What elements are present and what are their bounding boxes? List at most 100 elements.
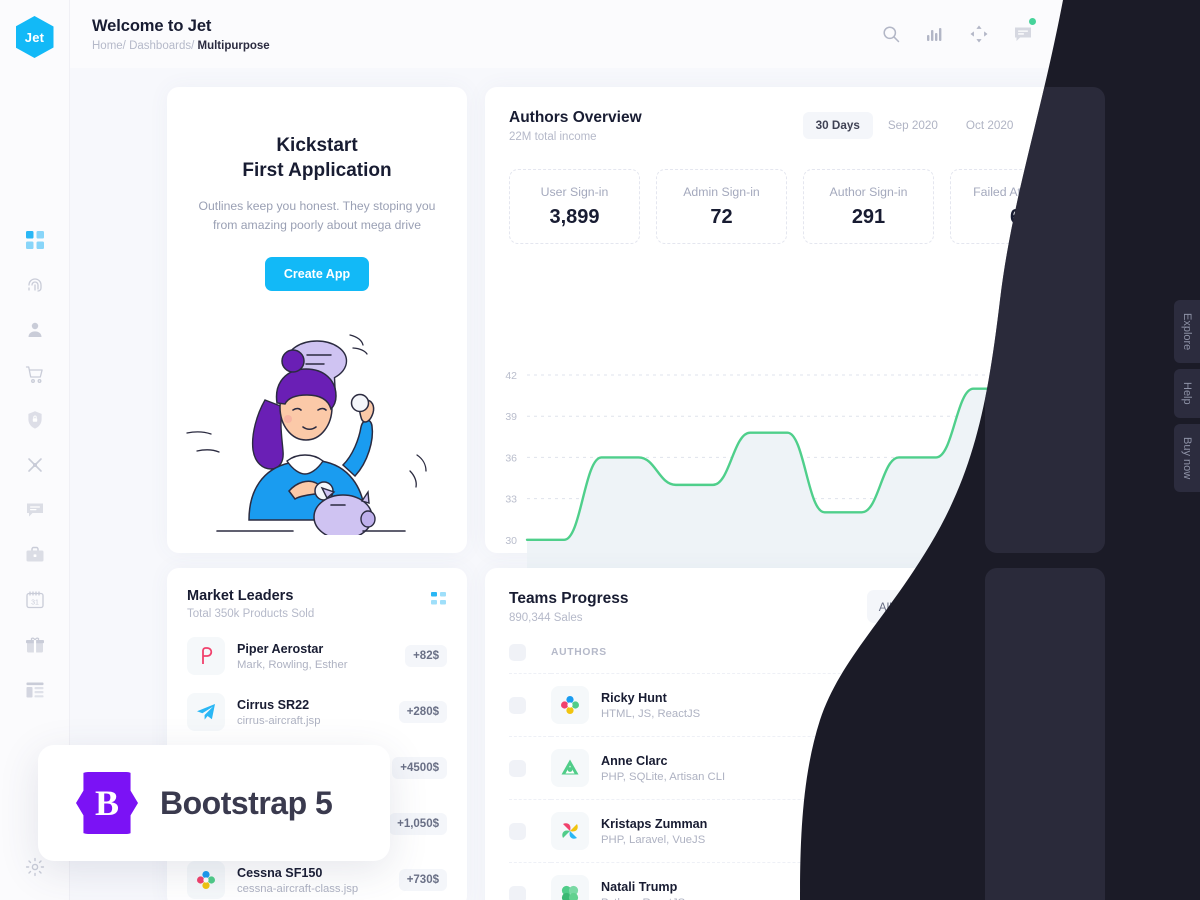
teams-progress-card: Teams Progress 890,344 Sales All Users S… (485, 568, 1105, 900)
y-axis-tick-label: 42 (505, 370, 517, 382)
tab-oct-2020[interactable]: Oct 2020 (953, 112, 1026, 139)
stat-value: 3,899 (549, 206, 600, 228)
search-placeholder: Search (1023, 599, 1061, 614)
moon-icon[interactable] (1100, 23, 1122, 45)
y-axis-tick-label: 36 (505, 452, 517, 464)
flower-icon (551, 686, 589, 724)
search-input[interactable]: Search (991, 590, 1081, 623)
sidebar-item-security[interactable] (23, 408, 47, 432)
breadcrumb-dashboards[interactable]: Dashboards/ (129, 40, 194, 52)
market-leader-amount: +82$ (405, 645, 447, 667)
sidebar-item-dashboard[interactable] (23, 228, 47, 252)
header-actions (880, 15, 1200, 53)
authors-overview-tabs: 30 Days Sep 2020 Oct 2020 More (802, 109, 1081, 139)
view-button[interactable]: View (1028, 755, 1081, 781)
sidebar-item-profile[interactable] (23, 318, 47, 342)
author-skills: Python, ReactJS (601, 897, 685, 900)
create-app-button[interactable]: Create App (264, 256, 370, 291)
sidebar-item-calendar[interactable]: 31 (23, 588, 47, 612)
stat-value: 6 (1009, 206, 1022, 228)
pinwheel-icon (551, 812, 589, 850)
dots-grid-icon[interactable] (431, 592, 447, 608)
row-select-cell (509, 736, 551, 800)
authors-stats: User Sign-in 3,899 Admin Sign-in 72 Auth… (485, 143, 1105, 244)
author-skills: HTML, JS, ReactJS (601, 707, 701, 720)
market-leader-detail: Mark, Rowling, Esther (237, 658, 348, 671)
teams-progress-title: Teams Progress (509, 590, 629, 607)
move-arrows-icon[interactable] (968, 23, 990, 45)
tab-sep-2020[interactable]: Sep 2020 (875, 112, 951, 139)
col-action: ACTION (1001, 638, 1081, 674)
market-leader-amount: +4500$ (392, 757, 447, 779)
select-all-header (509, 638, 551, 674)
side-tab-help[interactable]: Help (1174, 369, 1200, 418)
drive-icon (551, 749, 589, 787)
sidebar-item-tools[interactable] (23, 453, 47, 477)
author-name: Kristaps Zumman (601, 816, 708, 831)
chart-area-fill (527, 388, 1085, 581)
progress-fill (881, 712, 972, 717)
market-leader-name: Cirrus SR22 (237, 697, 310, 712)
row-checkbox[interactable] (509, 759, 526, 777)
breadcrumb-home[interactable]: Home/ (92, 40, 126, 52)
author-name: Ricky Hunt (601, 690, 667, 705)
tab-30-days[interactable]: 30 Days (802, 112, 873, 139)
list-item[interactable]: Piper Aerostar Mark, Rowling, Esther +82$ (187, 628, 447, 684)
sidebar-item-projects[interactable] (23, 543, 47, 567)
page-title: Welcome to Jet (92, 16, 212, 35)
authors-overview-title: Authors Overview (509, 109, 642, 126)
sidebar-item-gifts[interactable] (23, 633, 47, 657)
teams-progress-header: Teams Progress 890,344 Sales All Users S… (485, 568, 1105, 624)
stat-user-signin: User Sign-in 3,899 (509, 169, 640, 244)
table-row[interactable]: Anne Clarc PHP, SQLite, Artisan CLI 85% Vie… (509, 736, 1081, 800)
row-checkbox[interactable] (509, 885, 526, 900)
side-tab-buy-now[interactable]: Buy now (1174, 423, 1200, 493)
user-filter-select[interactable]: All Users (866, 590, 979, 623)
chat-icon[interactable] (1012, 18, 1036, 45)
table-row[interactable]: Kristaps Zumman PHP, Laravel, VueJS 47% Vie… (509, 799, 1081, 863)
kickstart-title-line1: Kickstart (276, 135, 358, 156)
kickstart-title-line2: First Application (242, 160, 392, 182)
action-cell: View (1001, 736, 1081, 800)
table-row[interactable]: Natali Trump Python, ReactJS 71% View (509, 862, 1081, 900)
app-logo[interactable]: Jet (15, 16, 54, 58)
header-titles: Welcome to Jet Home/ Dashboards/ Multipu… (92, 17, 270, 52)
y-axis-tick-label: 39 (505, 411, 517, 423)
chart-bars-icon[interactable] (924, 23, 946, 45)
avatar[interactable] (1144, 15, 1182, 53)
market-leader-detail: cirrus-aircraft.jsp (237, 714, 321, 727)
grid-icon[interactable] (1056, 23, 1078, 45)
view-button[interactable]: View (1028, 881, 1081, 900)
author-skills: PHP, Laravel, VueJS (601, 833, 706, 846)
side-tab-explore[interactable]: Explore (1174, 300, 1200, 364)
sidebar-item-ecommerce[interactable] (23, 363, 47, 387)
author-cell: Natali Trump Python, ReactJS (551, 862, 881, 900)
author-cell: Anne Clarc PHP, SQLite, Artisan CLI (551, 736, 881, 800)
tab-more[interactable]: More (1028, 112, 1081, 139)
clover-icon (551, 875, 589, 900)
view-button[interactable]: View (1028, 818, 1081, 844)
row-checkbox[interactable] (509, 822, 526, 840)
row-checkbox[interactable] (509, 696, 526, 714)
sidebar-item-fingerprint[interactable] (23, 273, 47, 297)
view-button[interactable]: View (1028, 692, 1081, 718)
top-header: Welcome to Jet Home/ Dashboards/ Multipu… (70, 0, 1200, 68)
select-all-checkbox[interactable] (509, 644, 526, 661)
search-icon[interactable] (880, 23, 902, 45)
stat-value: 291 (851, 206, 886, 228)
table-row[interactable]: Ricky Hunt HTML, JS, ReactJS 65% View (509, 673, 1081, 737)
sidebar-item-layout[interactable] (23, 678, 47, 702)
author-cell: Ricky Hunt HTML, JS, ReactJS (551, 673, 881, 737)
flower-icon (187, 861, 225, 899)
col-authors: AUTHORS (551, 638, 881, 674)
stat-failed-attempts: Failed Attempts 6 (950, 169, 1081, 244)
market-leader-detail: cessna-aircraft-class.jsp (237, 882, 359, 895)
stat-label: Failed Attempts (973, 185, 1058, 199)
breadcrumb-current: Multipurpose (197, 39, 270, 52)
settings-gear-icon[interactable] (25, 857, 45, 882)
side-tabs: Explore Help Buy now (1174, 300, 1200, 493)
progress-cell: 65% (881, 673, 1021, 737)
stat-value: 72 (710, 206, 733, 228)
list-item[interactable]: Cirrus SR22 cirrus-aircraft.jsp +280$ (187, 684, 447, 740)
sidebar-item-chat[interactable] (23, 498, 47, 522)
